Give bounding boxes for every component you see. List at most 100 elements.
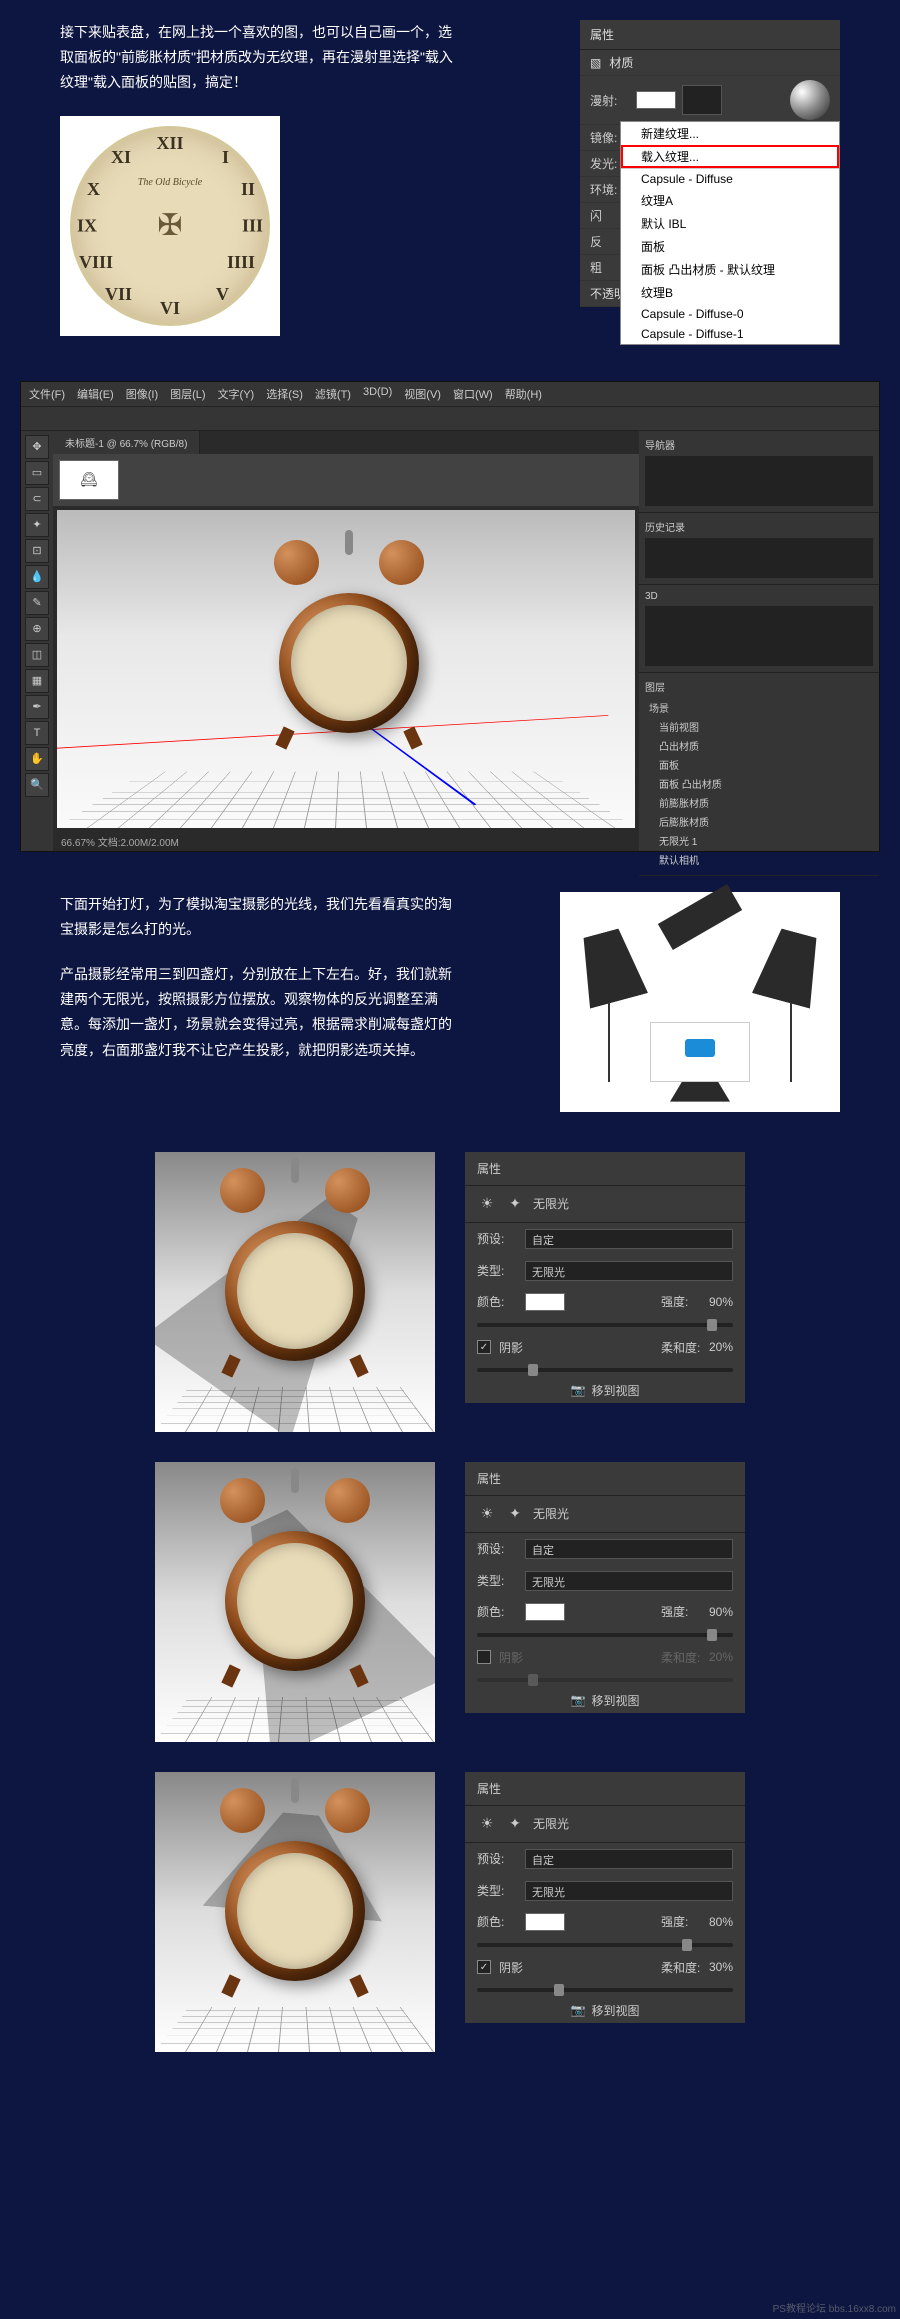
shadow-label: 阴影 <box>499 1339 523 1356</box>
color-swatch[interactable] <box>525 1913 565 1931</box>
studio-reference-image <box>560 892 840 1112</box>
shadow-label: 阴影 <box>499 1649 523 1666</box>
texture-dropdown[interactable]: 新建纹理... 载入纹理... Capsule - Diffuse 纹理A 默认… <box>620 121 840 345</box>
history-panel[interactable]: 历史记录 <box>645 519 873 534</box>
3d-viewport[interactable] <box>57 510 635 828</box>
status-bar: 66.67% 文档:2.00M/2.00M <box>53 832 639 851</box>
wand-tool[interactable]: ✦ <box>25 513 49 537</box>
move-tool[interactable]: ✥ <box>25 435 49 459</box>
shadow-checkbox[interactable]: ✓ <box>477 1960 491 1974</box>
color-swatch[interactable] <box>525 1293 565 1311</box>
light-icon: ☀ <box>477 1194 497 1214</box>
marquee-tool[interactable]: ▭ <box>25 461 49 485</box>
menu-type[interactable]: 文字(Y) <box>218 386 255 402</box>
color-label: 颜色: <box>477 1603 517 1620</box>
zoom-tool[interactable]: 🔍 <box>25 773 49 797</box>
type-select[interactable]: 无限光 <box>525 1881 733 1901</box>
crop-tool[interactable]: ⊡ <box>25 539 49 563</box>
light-properties-panel-3: 属性 ☀ ✦ 无限光 预设: 自定 类型: 无限光 颜色: 强度: 80% <box>465 1772 745 2023</box>
type-select[interactable]: 无限光 <box>525 1261 733 1281</box>
menu-select[interactable]: 选择(S) <box>266 386 303 402</box>
intensity-label: 强度: <box>661 1293 701 1310</box>
light-type-label: 无限光 <box>533 1195 569 1212</box>
softness-slider[interactable] <box>477 1988 733 1992</box>
lasso-tool[interactable]: ⊂ <box>25 487 49 511</box>
intensity-value: 80% <box>709 1915 733 1929</box>
softness-value: 20% <box>709 1650 733 1664</box>
menu-edit[interactable]: 编辑(E) <box>77 386 114 402</box>
menu-image[interactable]: 图像(I) <box>126 386 158 402</box>
light-type-label: 无限光 <box>533 1815 569 1832</box>
menu-layer[interactable]: 图层(L) <box>170 386 205 402</box>
intensity-value: 90% <box>709 1605 733 1619</box>
light-properties-panel-1: 属性 ☀ ✦ 无限光 预设: 自定 类型: 无限光 颜色: 强度: 90% <box>465 1152 745 1403</box>
intensity-value: 90% <box>709 1295 733 1309</box>
material-tab[interactable]: ▧ 材质 <box>580 50 840 76</box>
preset-select[interactable]: 自定 <box>525 1849 733 1869</box>
menu-filter[interactable]: 滤镜(T) <box>315 386 351 402</box>
preset-select[interactable]: 自定 <box>525 1539 733 1559</box>
stamp-tool[interactable]: ⊕ <box>25 617 49 641</box>
navigator-panel[interactable]: 导航器 <box>645 437 873 452</box>
document-tab[interactable]: 未标题-1 @ 66.7% (RGB/8) <box>53 431 200 454</box>
camera-icon: 📷 <box>571 2003 586 2017</box>
menu-window[interactable]: 窗口(W) <box>453 386 493 402</box>
hand-tool[interactable]: ✋ <box>25 747 49 771</box>
move-to-view-button[interactable]: 📷 移到视图 <box>465 1688 745 1713</box>
watermark: PS教程论坛 bbs.16xx8.com <box>773 2300 896 2315</box>
shadow-checkbox[interactable] <box>477 1650 491 1664</box>
softness-label: 柔和度: <box>661 1649 701 1666</box>
light-type-label: 无限光 <box>533 1505 569 1522</box>
softness-slider <box>477 1678 733 1682</box>
type-select[interactable]: 无限光 <box>525 1571 733 1591</box>
material-preview-sphere <box>790 80 830 120</box>
render-preview-2 <box>155 1462 435 1742</box>
preset-label: 预设: <box>477 1540 517 1557</box>
preset-label: 预设: <box>477 1230 517 1247</box>
light-type-icon: ✦ <box>505 1504 525 1524</box>
move-to-view-button[interactable]: 📷 移到视图 <box>465 1998 745 2023</box>
text-tool[interactable]: T <box>25 721 49 745</box>
diffuse-color-swatch[interactable] <box>636 91 676 109</box>
camera-icon: 📷 <box>571 1693 586 1707</box>
move-to-view-button[interactable]: 📷 移到视图 <box>465 1378 745 1403</box>
menu-view[interactable]: 视图(V) <box>404 386 441 402</box>
ground-grid <box>57 771 635 827</box>
softness-slider[interactable] <box>477 1368 733 1372</box>
intensity-slider[interactable] <box>477 1323 733 1327</box>
intensity-slider[interactable] <box>477 1633 733 1637</box>
brush-tool[interactable]: ✎ <box>25 591 49 615</box>
cube-icon: ▧ <box>590 56 601 70</box>
layers-panel[interactable]: 图层 <box>645 679 873 694</box>
3d-panel[interactable]: 3D <box>645 591 873 602</box>
menu-help[interactable]: 帮助(H) <box>505 386 542 402</box>
diffuse-label: 漫射: <box>590 92 630 109</box>
intro-text-2: 下面开始打灯，为了模拟淘宝摄影的光线，我们先看看真实的淘宝摄影是怎么打的光。 <box>60 892 460 942</box>
panel-title: 属性 <box>580 20 840 50</box>
load-texture-item[interactable]: 载入纹理... <box>621 145 839 168</box>
eraser-tool[interactable]: ◫ <box>25 643 49 667</box>
intensity-label: 强度: <box>661 1603 701 1620</box>
menu-3d[interactable]: 3D(D) <box>363 386 392 402</box>
preset-select[interactable]: 自定 <box>525 1229 733 1249</box>
intensity-slider[interactable] <box>477 1943 733 1947</box>
softness-value: 30% <box>709 1960 733 1974</box>
light-type-icon: ✦ <box>505 1194 525 1214</box>
new-texture-item[interactable]: 新建纹理... <box>621 122 839 145</box>
shadow-label: 阴影 <box>499 1959 523 1976</box>
menu-file[interactable]: 文件(F) <box>29 386 65 402</box>
pen-tool[interactable]: ✒ <box>25 695 49 719</box>
alarm-clock-model[interactable] <box>259 548 439 748</box>
diffuse-texture-thumb[interactable] <box>682 85 722 115</box>
intro-text-1: 接下来贴表盘，在网上找一个喜欢的图，也可以自己画一个，选取面板的"前膨胀材质"把… <box>60 20 460 96</box>
color-swatch[interactable] <box>525 1603 565 1621</box>
softness-label: 柔和度: <box>661 1339 701 1356</box>
photoshop-window: 文件(F) 编辑(E) 图像(I) 图层(L) 文字(Y) 选择(S) 滤镜(T… <box>20 381 880 852</box>
camera-icon: 📷 <box>571 1383 586 1397</box>
menu-bar: 文件(F) 编辑(E) 图像(I) 图层(L) 文字(Y) 选择(S) 滤镜(T… <box>21 382 879 407</box>
shadow-checkbox[interactable]: ✓ <box>477 1340 491 1354</box>
eyedropper-tool[interactable]: 💧 <box>25 565 49 589</box>
texture-thumb[interactable]: 🕰 <box>59 460 119 500</box>
intro-text-3: 产品摄影经常用三到四盏灯，分别放在上下左右。好，我们就新建两个无限光，按照摄影方… <box>60 962 460 1063</box>
gradient-tool[interactable]: ▦ <box>25 669 49 693</box>
